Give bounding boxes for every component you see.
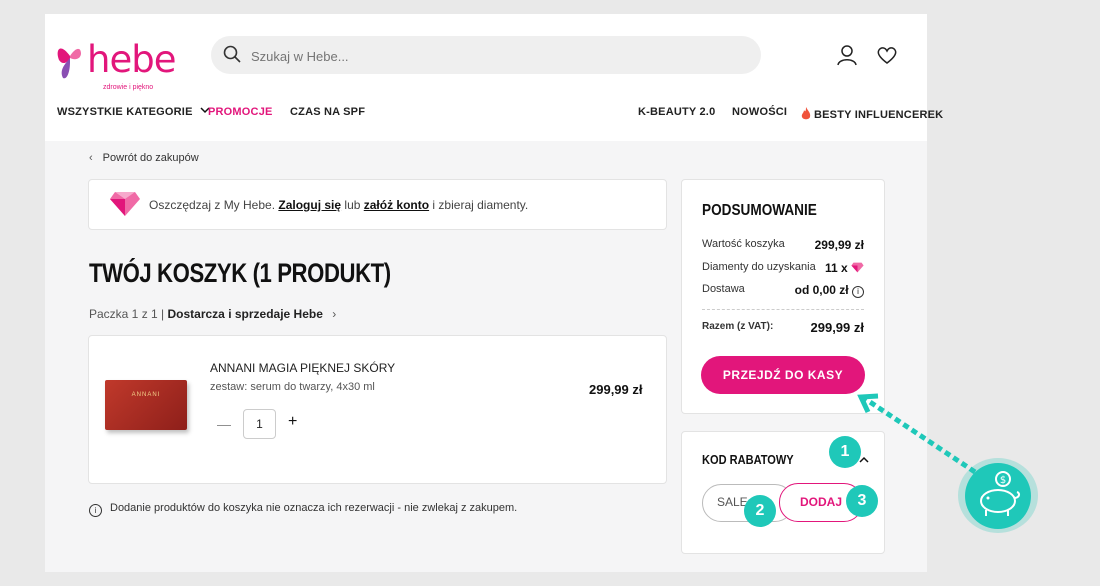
piggy-bank-badge: $ [958,458,1038,533]
step-badge-1: 1 [829,436,861,468]
annotation-arrow [857,393,977,475]
step-badge-2: 2 [744,495,776,527]
piggy-bank-icon: $ [980,471,1021,516]
arrow-line [862,395,977,475]
piggy-bank-circle: $ [965,463,1031,529]
svg-text:$: $ [1000,475,1006,486]
step-badge-3: 3 [846,485,878,517]
